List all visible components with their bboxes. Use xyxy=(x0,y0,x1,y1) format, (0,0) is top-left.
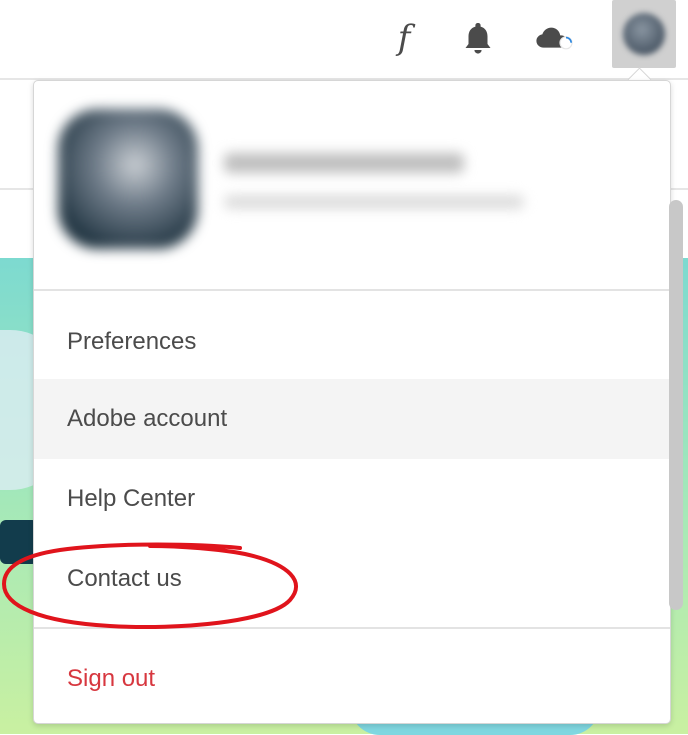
profile-name-blurred xyxy=(224,153,464,173)
profile-avatar xyxy=(58,109,198,249)
account-dropdown-menu: Preferences Adobe account Help Center Co… xyxy=(33,80,671,724)
scrollbar[interactable] xyxy=(669,200,683,610)
sign-out-button[interactable]: Sign out xyxy=(34,639,670,719)
fonts-icon[interactable]: f xyxy=(384,18,424,58)
divider xyxy=(34,627,670,629)
profile-email-blurred xyxy=(224,195,524,209)
top-app-bar: f xyxy=(0,0,688,80)
avatar[interactable] xyxy=(612,0,676,68)
cloud-sync-icon[interactable] xyxy=(534,18,574,58)
menu-item-adobe-account[interactable]: Adobe account xyxy=(34,379,670,459)
divider xyxy=(34,289,670,291)
menu-item-preferences[interactable]: Preferences xyxy=(34,302,670,382)
menu-item-help-center[interactable]: Help Center xyxy=(34,459,670,539)
bell-icon[interactable] xyxy=(458,18,498,58)
avatar-image xyxy=(623,13,665,55)
menu-item-contact-us[interactable]: Contact us xyxy=(34,539,670,619)
profile-header[interactable] xyxy=(34,81,670,289)
